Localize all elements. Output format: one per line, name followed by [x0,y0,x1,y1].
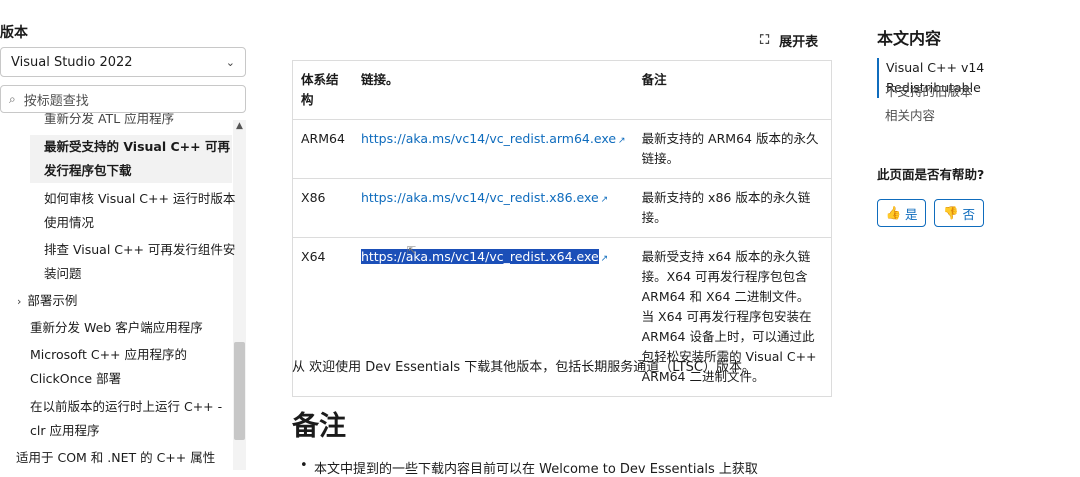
bullet-icon: • [300,458,308,473]
cell-note: 最新支持的 x86 版本的永久链接。 [633,178,832,238]
external-link-icon: ↗ [600,195,609,205]
toc-item[interactable]: 重新分发 ATL 应用程序 [44,113,174,131]
toc-item-label: 排查 Visual C++ 可再发行组件安 [44,242,236,257]
thumbs-up-icon: 👍 [885,205,902,220]
download-link[interactable]: https://aka.ms/vc14/vc_redist.arm64.exe [361,131,616,146]
filter-icon: ⌕ [9,91,16,106]
in-this-article-heading: 本文内容 [877,29,942,48]
filter-placeholder: 按标题查找 [23,93,89,109]
version-select[interactable]: Visual Studio 2022 ⌄ [0,47,246,77]
dev-essentials-paragraph: 从 欢迎使用 Dev Essentials 下载其他版本，包括长期服务通道（LT… [292,360,756,375]
feedback-yes-label: 是 [905,206,918,222]
toc-item-label: ClickOnce 部署 [30,371,122,386]
feedback-no-label: 否 [962,206,976,222]
toc-item[interactable]: Microsoft C++ 应用程序的 ClickOnce 部署 [30,343,187,391]
cell-arch: X86 [292,178,353,238]
toc-item[interactable]: 排查 Visual C++ 可再发行组件安 装问题 [44,238,235,286]
toc-item[interactable]: 如何审核 Visual C++ 运行时版本 使用情况 [44,187,235,235]
notes-bullet: • 本文中提到的一些下载内容目前可以在 Welcome to Dev Essen… [300,458,758,477]
toc-item-label: 最新受支持的 Visual C++ 可再 [44,139,230,154]
feedback-heading: 此页面是否有帮助? [877,167,985,182]
feedback-no-button[interactable]: 👎 否 [934,199,984,227]
column-header-notes: 备注 [641,72,667,87]
table-row: X86 https://aka.ms/vc14/vc_redist.x86.ex… [292,178,832,238]
toc-item-label: Microsoft C++ 应用程序的 [30,347,188,362]
toc-item-label: 装问题 [44,266,82,281]
cell-arch: ARM64 [292,119,353,179]
feedback-yes-button[interactable]: 👍 是 [877,199,926,227]
toc-item-label: 使用情况 [44,215,95,230]
notes-heading: 备注 [292,411,346,442]
expand-icon: ⛶ [760,33,770,48]
toc-item-label: 如何审核 Visual C++ 运行时版本 [44,191,236,206]
cell-link: https://aka.ms/vc14/vc_redist.x86.exe ↗ [352,178,634,238]
toc-item-label: 在以前版本的运行时上运行 C++ - [30,399,223,414]
toc-item-label: 部署示例 [27,293,78,308]
toc-item-current[interactable]: 最新受支持的 Visual C++ 可再 发行程序包下载 [30,135,232,183]
download-link-selected[interactable]: https://aka.ms/vc14/vc_redist.x64.exe [360,249,599,264]
toc-item-deploy-examples[interactable]: › 部署示例 [17,289,77,314]
toc-item[interactable]: 重新分发 Web 客户端应用程序 [30,316,203,340]
toc-item[interactable]: 在以前版本的运行时上运行 C++ - clr 应用程序 [30,395,222,443]
downloads-table: 体系结构 链接。 备注 ARM64 https://aka.ms/vc14/vc… [292,60,832,397]
cell-note: 最新支持的 ARM64 版本的永久链接。 [633,119,832,179]
chevron-down-icon: ⌄ [225,55,235,69]
cell-link: https://aka.ms/vc14/vc_redist.arm64.exe ↗ [352,119,634,179]
toc-link-related[interactable]: 相关内容 [877,106,935,126]
chevron-right-icon: › [17,295,22,308]
version-heading: 版本 [0,25,28,41]
column-header-link: 链接。 [360,72,399,87]
expand-table-button[interactable]: ⛶ 展开表 [760,31,818,50]
column-header-arch: 体系结构 [301,72,339,107]
filter-input[interactable]: ⌕ 按标题查找 [0,85,246,113]
toc-item-label: clr 应用程序 [30,423,100,438]
version-select-value: Visual Studio 2022 [11,54,133,70]
external-link-icon: ↗ [600,254,609,264]
toc-nav: 重新分发 ATL 应用程序 最新受支持的 Visual C++ 可再 发行程序包… [0,113,246,470]
toc-link-unsupported[interactable]: 不支持的旧版本 [877,82,973,102]
external-link-icon: ↗ [618,136,626,146]
table-row: ARM64 https://aka.ms/vc14/vc_redist.arm6… [292,119,832,179]
expand-table-label: 展开表 [779,35,819,50]
download-link[interactable]: https://aka.ms/vc14/vc_redist.x86.exe [361,190,599,205]
toc-item[interactable]: 适用于 COM 和 .NET 的 C++ 属性 [16,446,215,470]
toc-item-label: 发行程序包下载 [44,163,132,178]
thumbs-down-icon: 👎 [942,205,959,220]
table-header-row: 体系结构 链接。 备注 [293,61,832,120]
mouse-cursor-icon: ⇱ [407,244,417,257]
